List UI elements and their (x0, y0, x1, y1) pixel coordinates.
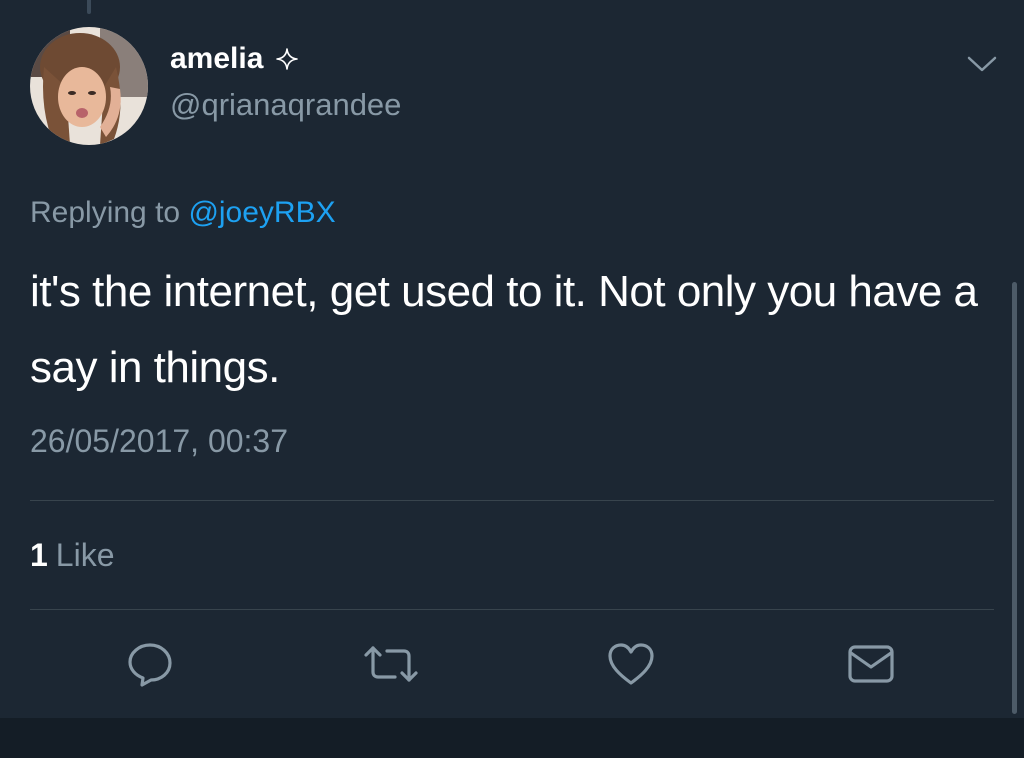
replying-to-line: Replying to @joeyRBX (30, 196, 336, 230)
bottom-bar (0, 718, 1024, 758)
divider (30, 500, 994, 501)
like-label: Like (55, 537, 115, 573)
envelope-icon[interactable] (846, 640, 896, 693)
chevron-down-icon[interactable] (966, 54, 998, 79)
tweet-timestamp: 26/05/2017, 00:37 (30, 423, 289, 459)
scrollbar[interactable] (1012, 282, 1017, 714)
reply-icon[interactable] (126, 640, 174, 693)
divider (30, 609, 994, 610)
tweet-text: it's the internet, get used to it. Not o… (30, 267, 978, 392)
avatar[interactable] (30, 27, 148, 145)
handle[interactable]: @qrianaqrandee (170, 87, 401, 123)
display-name[interactable]: amelia (170, 42, 263, 76)
thread-line (87, 0, 91, 14)
retweet-icon[interactable] (363, 640, 419, 693)
sparkle-icon (275, 47, 299, 71)
replying-to-label: Replying to (30, 196, 181, 229)
replying-to-mention[interactable]: @joeyRBX (188, 196, 335, 229)
display-name-row[interactable]: amelia (170, 42, 299, 76)
likes-stat[interactable]: 1 Like (30, 537, 115, 574)
like-count: 1 (30, 537, 48, 573)
heart-icon[interactable] (606, 640, 656, 693)
